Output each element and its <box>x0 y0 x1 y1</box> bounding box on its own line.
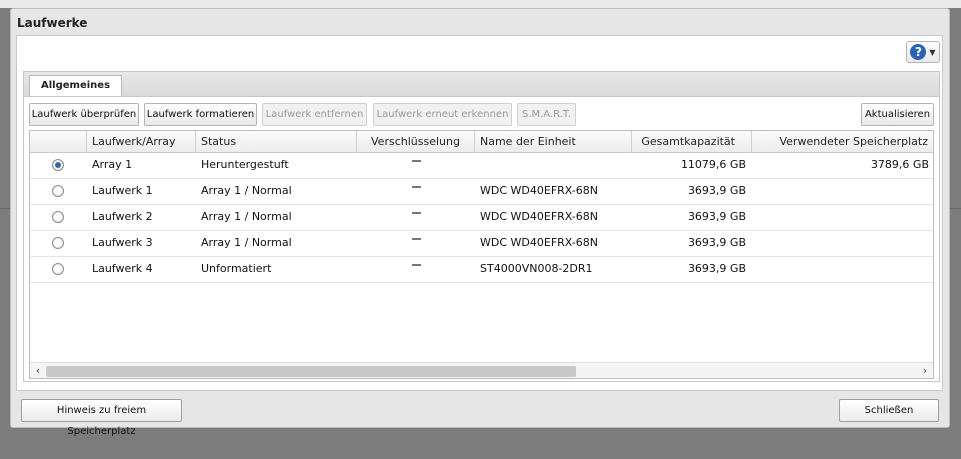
capacity-cell: 3693,9 GB <box>687 184 746 197</box>
chevron-down-icon: ▼ <box>929 47 936 57</box>
scroll-right-icon[interactable]: › <box>918 364 932 377</box>
redetect-drive-button[interactable]: Laufwerk erneut erkennen <box>373 103 512 126</box>
table-row[interactable]: Laufwerk 2 Array 1 / Normal WDC WD40EFRX… <box>30 205 933 231</box>
background-top <box>0 0 961 8</box>
remove-drive-button[interactable]: Laufwerk entfernen <box>262 103 367 126</box>
tab-panel-general: Laufwerk überprüfen Laufwerk formatieren… <box>23 96 940 382</box>
column-header-encryption[interactable]: Verschlüsselung <box>357 131 475 153</box>
column-header-drive[interactable]: Laufwerk/Array <box>87 131 196 153</box>
column-header-used-space[interactable]: Verwendeter Speicherplatz <box>752 131 933 153</box>
row-radio[interactable] <box>52 159 64 171</box>
used-cell <box>752 179 933 205</box>
dash-icon <box>411 212 421 214</box>
encryption-cell <box>357 179 475 205</box>
horizontal-scrollbar[interactable]: ‹ › <box>30 362 933 378</box>
dash-icon <box>411 186 421 188</box>
tab-allgemeines[interactable]: Allgemeines <box>29 75 123 97</box>
drive-cell: Laufwerk 1 <box>92 184 153 197</box>
free-space-hint-button[interactable]: Hinweis zu freiem Speicherplatz <box>21 399 182 437</box>
unit-cell <box>475 153 632 179</box>
format-drive-button[interactable]: Laufwerk formatieren <box>144 103 257 126</box>
capacity-cell: 3693,9 GB <box>687 262 746 275</box>
column-header-unit-name[interactable]: Name der Einheit <box>475 131 632 153</box>
dash-icon <box>411 160 421 162</box>
drive-cell: Laufwerk 2 <box>92 210 153 223</box>
status-cell: Array 1 / Normal <box>201 184 292 197</box>
status-cell: Array 1 / Normal <box>201 210 292 223</box>
refresh-button[interactable]: Aktualisieren <box>861 103 934 126</box>
tab-bar: Allgemeines <box>23 71 940 97</box>
table-row[interactable]: Laufwerk 3 Array 1 / Normal WDC WD40EFRX… <box>30 231 933 257</box>
status-cell: Unformatiert <box>201 262 272 275</box>
scroll-left-icon[interactable]: ‹ <box>31 364 45 377</box>
drive-cell: Array 1 <box>92 158 133 171</box>
capacity-cell: 3693,9 GB <box>687 210 746 223</box>
capacity-cell: 11079,6 GB <box>680 158 746 171</box>
row-radio[interactable] <box>52 211 64 223</box>
status-cell: Array 1 / Normal <box>201 236 292 249</box>
table-row[interactable]: Laufwerk 1 Array 1 / Normal WDC WD40EFRX… <box>30 179 933 205</box>
used-cell <box>752 231 933 257</box>
drive-cell: Laufwerk 3 <box>92 236 153 249</box>
unit-cell: ST4000VN008-2DR1 <box>480 262 593 275</box>
drives-dialog: Laufwerke ? ▼ Allgemeines Laufwerk überp… <box>10 8 950 437</box>
encryption-cell <box>357 205 475 231</box>
row-radio[interactable] <box>52 263 64 275</box>
column-header-select <box>30 131 87 153</box>
used-cell: 3789,6 GB <box>870 158 929 171</box>
table-row[interactable]: Array 1 Heruntergestuft 11079,6 GB 3789,… <box>30 153 933 179</box>
scrollbar-thumb[interactable] <box>46 366 576 377</box>
column-header-status[interactable]: Status <box>196 131 357 153</box>
used-cell <box>752 205 933 231</box>
column-header-capacity[interactable]: Gesamtkapazität <box>632 131 752 153</box>
encryption-cell <box>357 153 475 179</box>
encryption-cell <box>357 257 475 283</box>
dash-icon <box>411 264 421 266</box>
drive-cell: Laufwerk 4 <box>92 262 153 275</box>
unit-cell: WDC WD40EFRX-68N <box>480 184 598 197</box>
status-cell: Heruntergestuft <box>201 158 289 171</box>
table-header: Laufwerk/Array Status Verschlüsselung Na… <box>30 131 933 153</box>
unit-cell: WDC WD40EFRX-68N <box>480 210 598 223</box>
table-row[interactable]: Laufwerk 4 Unformatiert ST4000VN008-2DR1… <box>30 257 933 283</box>
help-icon: ? <box>910 44 927 60</box>
row-radio[interactable] <box>52 237 64 249</box>
dash-icon <box>411 238 421 240</box>
drives-table: Laufwerk/Array Status Verschlüsselung Na… <box>29 130 934 379</box>
smart-button[interactable]: S.M.A.R.T. <box>517 103 576 126</box>
unit-cell: WDC WD40EFRX-68N <box>480 236 598 249</box>
close-button[interactable]: Schließen <box>839 399 939 422</box>
help-button[interactable]: ? ▼ <box>906 41 940 63</box>
capacity-cell: 3693,9 GB <box>687 236 746 249</box>
check-drive-button[interactable]: Laufwerk überprüfen <box>29 103 139 126</box>
dialog-content: ? ▼ Allgemeines Laufwerk überprüfen Lauf… <box>16 35 943 391</box>
dialog-title: Laufwerke <box>17 16 88 30</box>
row-radio[interactable] <box>52 185 64 197</box>
encryption-cell <box>357 231 475 257</box>
used-cell <box>752 257 933 283</box>
